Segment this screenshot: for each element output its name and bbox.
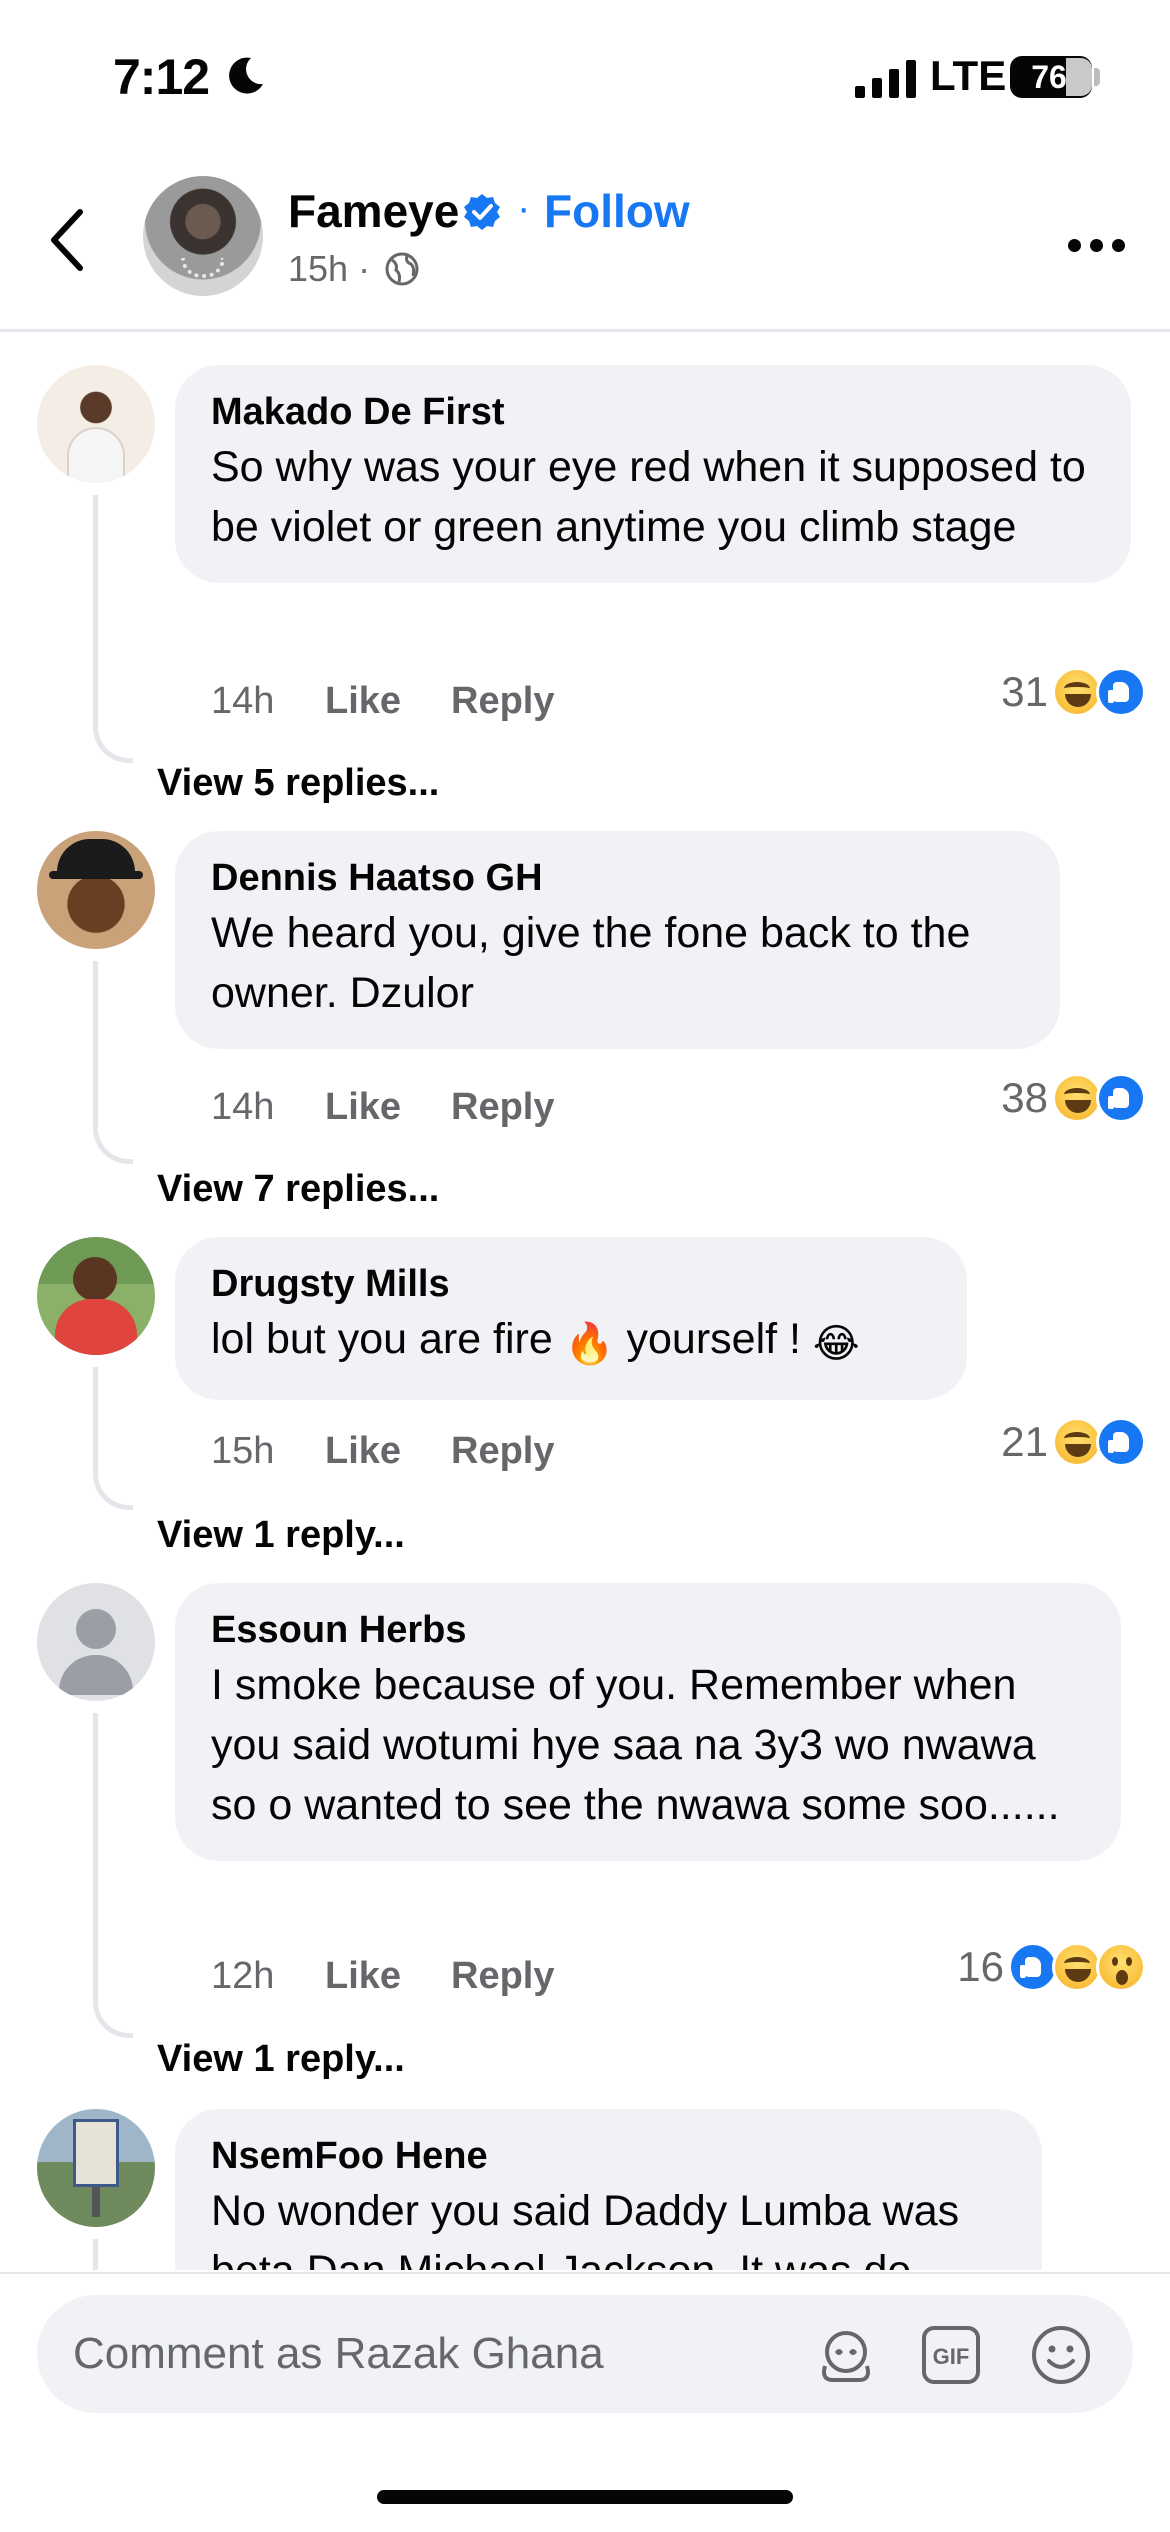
view-replies-link[interactable]: View 7 replies... [157,1168,439,1211]
comment-time: 15h [211,1430,275,1472]
reaction-summary[interactable]: 21 [1001,1417,1146,1467]
haha-reaction-icon [1052,1417,1102,1467]
comment-time: 14h [211,1086,275,1128]
gif-label: GIF [933,2344,970,2369]
comment-bubble[interactable]: Essoun Herbs I smoke because of you. Rem… [175,1583,1121,1861]
like-reaction-icon [1096,1417,1146,1467]
post-timestamp: 15h · [288,248,371,289]
like-button[interactable]: Like [325,1955,451,1998]
comment-author[interactable]: Dennis Haatso GH [211,853,1024,903]
reply-button[interactable]: Reply [451,680,554,723]
haha-reaction-icon [1052,1942,1102,1992]
like-reaction-icon [1096,1073,1146,1123]
status-time: 7:12 [113,49,210,105]
wow-reaction-icon [1096,1942,1146,1992]
battery-level: 76 [1031,58,1067,95]
more-icon[interactable] [1068,230,1128,260]
comment-bubble[interactable]: NsemFoo Hene No wonder you said Daddy Lu… [175,2109,1042,2270]
emoji-icon[interactable] [1028,2322,1094,2388]
gif-icon[interactable]: GIF [918,2322,984,2388]
comment-text-part: yourself ! [614,1315,813,1363]
thread-line [93,2239,133,2270]
comment-author[interactable]: NsemFoo Hene [211,2131,1006,2181]
comment-composer[interactable]: GIF [37,2295,1133,2413]
comment-actions: 12h Like Reply [211,1955,554,1998]
haha-reaction-icon [1052,1073,1102,1123]
avatar-chain-detail [181,258,225,278]
network-type: LTE [930,52,1007,99]
thread-line [93,961,133,1164]
signal-icon [855,60,916,98]
battery-empty-segment [1066,58,1092,96]
moon-icon [229,57,263,94]
avatar-sticker-icon[interactable] [813,2322,879,2388]
comment-bubble[interactable]: Dennis Haatso GH We heard you, give the … [175,831,1060,1049]
more-dot [1090,238,1103,252]
thread-line [93,1367,133,1510]
battery-cap [1094,68,1100,86]
reply-button[interactable]: Reply [451,1430,554,1473]
comments-list[interactable]: Makado De First So why was your eye red … [0,335,1170,2270]
globe-icon [385,252,419,286]
like-button[interactable]: Like [325,1086,451,1129]
commenter-avatar[interactable] [37,831,155,949]
comment-actions: 15h Like Reply [211,1430,554,1473]
reply-button[interactable]: Reply [451,1086,554,1129]
commenter-avatar[interactable] [37,1583,155,1701]
like-button[interactable]: Like [325,680,451,723]
reaction-count: 31 [1001,668,1048,715]
reaction-count: 21 [1001,1418,1048,1465]
view-replies-link[interactable]: View 1 reply... [157,1514,405,1557]
status-bar: 7:12 LTE 76 [0,0,1170,150]
comment-input[interactable] [73,2295,813,2413]
follow-button[interactable]: Follow [544,184,690,238]
post-header: Fameye · Follow 15h · [0,150,1170,332]
reaction-summary[interactable]: 31 [1001,667,1146,717]
reaction-count: 16 [957,1943,1004,1990]
page-name[interactable]: Fameye [288,184,459,238]
comment-time: 12h [211,1955,275,1997]
comment-actions: 14h Like Reply [211,1086,554,1129]
laughing-emoji-icon: 😂 [812,1322,860,1366]
thread-line [93,495,133,763]
view-replies-link[interactable]: View 5 replies... [157,762,439,805]
thread-line [93,1713,133,2038]
comment-author[interactable]: Drugsty Mills [211,1259,931,1309]
comment-text: We heard you, give the fone back to the … [211,909,971,1017]
commenter-avatar[interactable] [37,365,155,483]
reaction-summary[interactable]: 16 [957,1942,1146,1992]
commenter-avatar[interactable] [37,2109,155,2227]
more-dot [1068,238,1081,252]
comment-actions: 14h Like Reply [211,680,554,723]
fire-emoji-icon: 🔥 [564,1322,615,1366]
like-reaction-icon [1008,1942,1058,1992]
back-icon[interactable] [40,200,100,280]
comment-text-part: lol but you are fire [211,1315,565,1363]
comment-bubble[interactable]: Drugsty Mills lol but you are fire 🔥 you… [175,1237,967,1400]
page-avatar[interactable] [143,176,263,296]
home-indicator[interactable] [377,2490,793,2504]
like-button[interactable]: Like [325,1430,451,1473]
comment-text: I smoke because of you. Remember when yo… [211,1661,1060,1829]
verified-badge-icon [464,194,500,230]
comment-text: No wonder you said Daddy Lumba was beta … [211,2187,960,2270]
commenter-avatar[interactable] [37,1237,155,1355]
comment-author[interactable]: Essoun Herbs [211,1605,1085,1655]
comment-text: So why was your eye red when it supposed… [211,443,1086,551]
more-dot [1112,238,1125,252]
comment-author[interactable]: Makado De First [211,387,1095,437]
comment-text: lol but you are fire 🔥 yourself ! 😂 [211,1309,931,1374]
like-reaction-icon [1096,667,1146,717]
reaction-count: 38 [1001,1074,1048,1121]
haha-reaction-icon [1052,667,1102,717]
reply-button[interactable]: Reply [451,1955,554,1998]
follow-separator: · [517,186,531,230]
comment-time: 14h [211,680,275,722]
reaction-summary[interactable]: 38 [1001,1073,1146,1123]
comment-bubble[interactable]: Makado De First So why was your eye red … [175,365,1131,583]
view-replies-link[interactable]: View 1 reply... [157,2038,405,2081]
